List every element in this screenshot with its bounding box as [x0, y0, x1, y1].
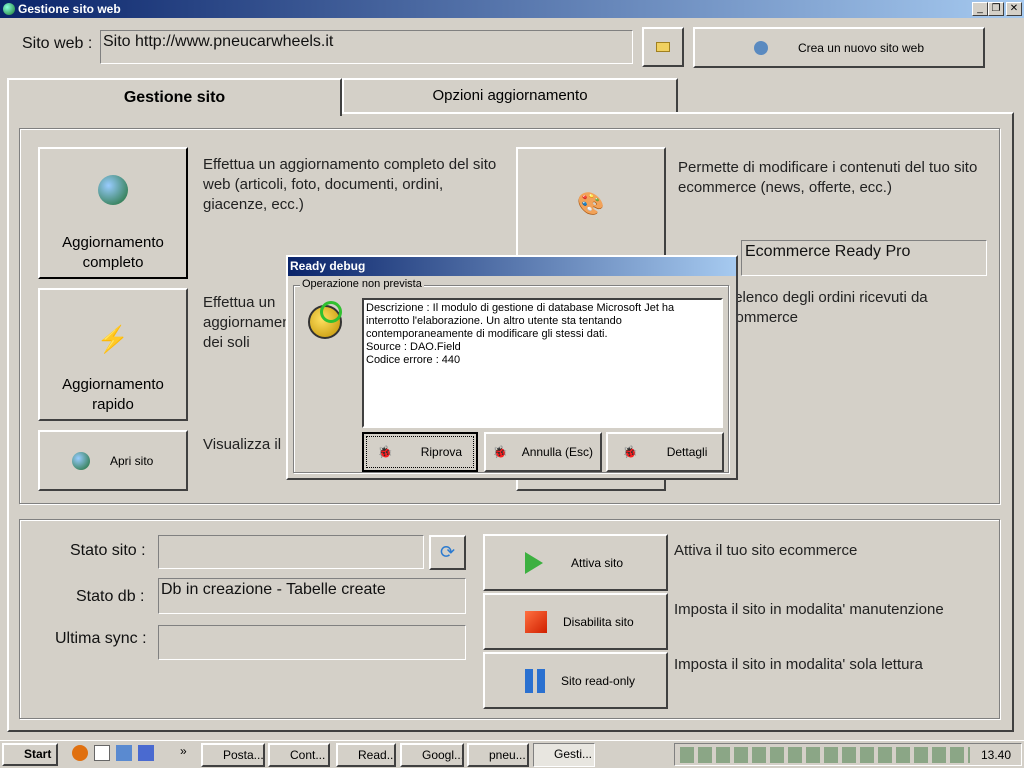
button-label: Attiva sito — [571, 555, 624, 570]
close-button[interactable]: ✕ — [1006, 2, 1022, 16]
task-label: Read... — [358, 748, 396, 762]
window-title: Gestione sito web — [18, 2, 121, 16]
readonly-desc: Imposta il sito in modalita' sola lettur… — [674, 656, 923, 673]
play-icon — [525, 551, 543, 574]
task-google[interactable]: Googl... — [400, 743, 464, 767]
maximize-button[interactable]: ❐ — [988, 2, 1004, 16]
globe-icon — [72, 451, 90, 470]
globe-icon — [98, 175, 128, 205]
folder-icon — [656, 42, 670, 52]
orders-desc: l'elenco degli ordini ricevuti da commer… — [728, 289, 928, 326]
start-label: Start — [24, 747, 52, 761]
bug-search-icon: 🐞 — [622, 445, 638, 459]
task-gestione[interactable]: Gesti... — [533, 743, 595, 767]
quick-update-desc: Effettua un aggiornamento dei soli ordin… — [203, 294, 288, 351]
task-read[interactable]: Read... — [336, 743, 396, 767]
readonly-site-button[interactable]: Sito read-only — [483, 652, 668, 709]
button-label: Dettagli — [666, 445, 708, 459]
button-label: Aggiornamento rapido — [62, 376, 164, 413]
tab-label: Gestione sito — [123, 89, 226, 106]
button-label: Annulla (Esc) — [521, 445, 594, 459]
bug-stop-icon: 🐞 — [492, 445, 508, 459]
tray-icons[interactable] — [680, 747, 970, 763]
task-label: pneu... — [489, 748, 526, 762]
task-label: Cont... — [290, 748, 326, 762]
quick-launch-overflow[interactable]: » — [180, 744, 187, 758]
task-label: Posta... — [223, 748, 264, 762]
button-label: Apri sito — [110, 453, 154, 468]
cancel-button[interactable]: 🐞 Annulla (Esc) — [484, 432, 602, 472]
edit-content-desc: Permette di modificare i contenuti del t… — [678, 159, 978, 196]
quick-update-button[interactable]: ⚡ Aggiornamento rapido — [38, 288, 188, 421]
details-button[interactable]: 🐞 Dettagli — [606, 432, 724, 472]
button-label: Sito read-only — [561, 673, 636, 688]
disable-site-button[interactable]: Disabilita sito — [483, 593, 668, 650]
error-source: Source : DAO.Field — [366, 341, 461, 353]
task-pneu[interactable]: pneu... — [467, 743, 529, 767]
last-sync-field[interactable] — [158, 625, 466, 660]
app-icon — [3, 3, 15, 15]
mail-icon[interactable] — [116, 745, 132, 761]
minimize-button[interactable]: _ — [972, 2, 988, 16]
clock: 13.40 — [981, 748, 1012, 762]
site-status-field[interactable] — [158, 535, 424, 569]
activate-site-button[interactable]: Attiva sito — [483, 534, 668, 591]
error-description: Descrizione : Il modulo di gestione di d… — [366, 302, 675, 340]
site-label: Sito web : — [22, 35, 93, 52]
new-site-label: Crea un nuovo sito web — [797, 40, 925, 55]
last-sync-label: Ultima sync : — [55, 630, 147, 647]
db-status-label: Stato db : — [76, 588, 145, 605]
task-posta[interactable]: Posta... — [201, 743, 265, 767]
stop-icon — [525, 610, 547, 633]
error-code: Codice errore : 440 — [366, 354, 461, 366]
pause-icon — [525, 668, 545, 693]
notepad-icon[interactable] — [94, 745, 110, 761]
bug-play-icon: 🐞 — [377, 445, 393, 459]
quick-launch — [72, 745, 162, 765]
lightning-icon: ⚡ — [96, 324, 130, 354]
activate-desc: Attiva il tuo sito ecommerce — [674, 542, 858, 559]
refresh-icon: ⟳ — [439, 542, 456, 562]
dialog-group-label: Operazione non prevista — [300, 278, 424, 290]
site-status-label: Stato sito : — [70, 542, 146, 559]
tab-gestione-sito[interactable]: Gestione sito — [7, 78, 342, 116]
button-label: Aggiornamento completo — [62, 234, 164, 271]
disable-desc: Imposta il sito in modalita' manutenzion… — [674, 601, 944, 618]
product-field[interactable]: Ecommerce Ready Pro — [741, 240, 987, 276]
site-field[interactable]: Sito http://www.pneucarwheels.it — [100, 30, 633, 64]
browse-folder-button[interactable] — [642, 27, 684, 67]
retry-button[interactable]: 🐞 Riprova — [362, 432, 478, 472]
new-site-icon — [753, 40, 768, 55]
full-update-desc: Effettua un aggiornamento completo del s… — [203, 156, 497, 213]
app-icon[interactable] — [138, 745, 154, 761]
dialog-title: Ready debug — [288, 257, 736, 276]
error-message-box[interactable]: Descrizione : Il modulo di gestione di d… — [362, 298, 723, 428]
new-site-button[interactable]: Crea un nuovo sito web — [693, 27, 985, 68]
open-site-button[interactable]: Apri sito — [38, 430, 188, 491]
open-site-desc: Visualizza il — [203, 436, 282, 453]
debug-dialog: Ready debug Operazione non prevista Desc… — [286, 255, 738, 480]
title-bar: Gestione sito web — [0, 0, 1024, 18]
task-cont[interactable]: Cont... — [268, 743, 330, 767]
start-button[interactable]: Start — [2, 743, 58, 766]
task-label: Googl... — [422, 748, 464, 762]
refresh-button[interactable]: ⟳ — [429, 535, 466, 570]
tab-label: Opzioni aggiornamento — [432, 87, 588, 104]
task-label: Gesti... — [554, 747, 593, 761]
db-status-field[interactable]: Db in creazione - Tabelle create — [158, 578, 466, 614]
button-label: Disabilita sito — [563, 614, 634, 629]
tab-opzioni-aggiornamento[interactable]: Opzioni aggiornamento — [342, 78, 678, 112]
full-update-button[interactable]: Aggiornamento completo — [38, 147, 188, 279]
button-label: Riprova — [420, 445, 463, 459]
firefox-icon[interactable] — [72, 745, 88, 761]
target-icon — [320, 301, 342, 323]
